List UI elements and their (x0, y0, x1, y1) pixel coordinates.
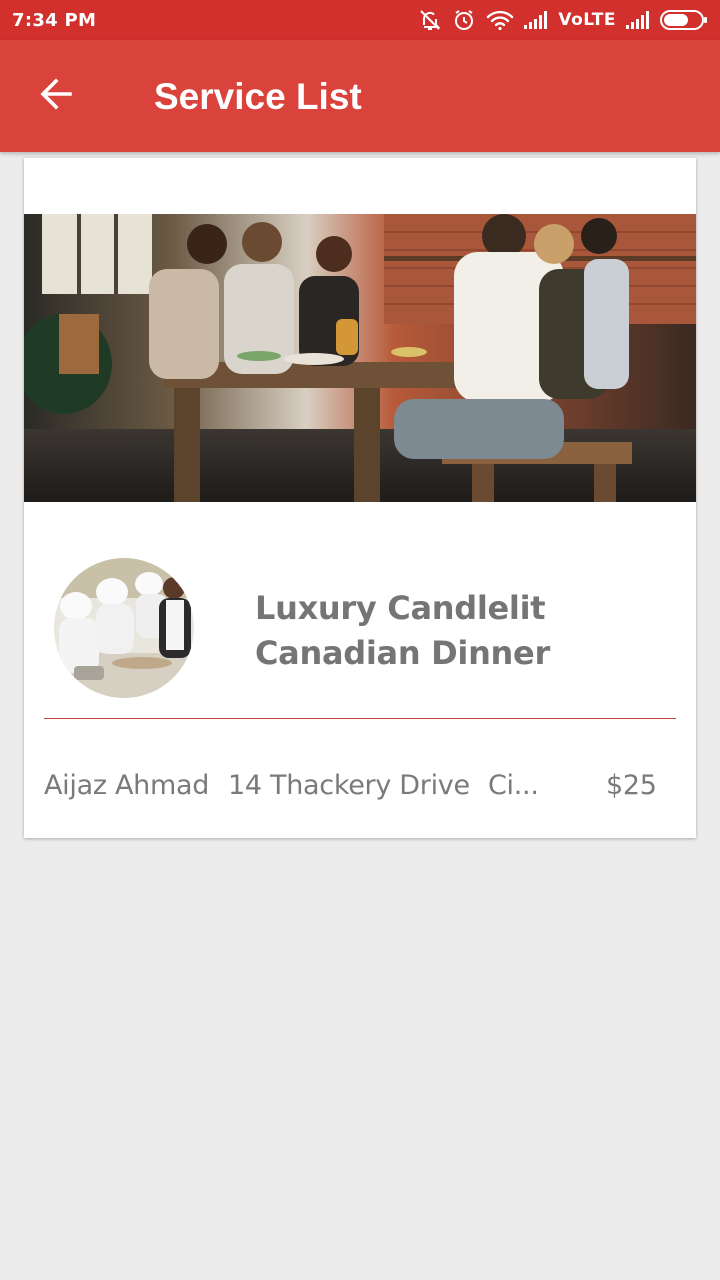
service-city: Ci... (488, 770, 539, 801)
service-price: $25 (606, 770, 657, 801)
chef-avatar (54, 558, 194, 698)
service-address: 14 Thackery Drive (228, 770, 470, 801)
signal-icon (524, 11, 548, 29)
page-title: Service List (154, 76, 362, 117)
volte-label: VoLTE (558, 10, 616, 30)
mute-icon (418, 8, 442, 32)
service-info-row: Aijaz Ahmad 14 Thackery Drive Ci... $25 (24, 762, 696, 810)
alarm-icon (452, 8, 476, 32)
arrow-left-icon (38, 76, 74, 117)
status-time: 7:34 PM (12, 9, 97, 31)
service-hero-image (24, 214, 696, 502)
service-title: Luxury Candlelit Canadian Dinner (255, 589, 550, 672)
back-button[interactable] (22, 62, 90, 130)
service-card[interactable]: Luxury Candlelit Canadian Dinner Aijaz A… (24, 158, 696, 838)
status-bar: 7:34 PM VoLTE (0, 0, 720, 40)
divider (44, 718, 676, 719)
provider-name: Aijaz Ahmad (44, 770, 210, 801)
signal-icon (626, 11, 650, 29)
battery-icon (660, 10, 708, 30)
app-bar: Service List (0, 40, 720, 152)
wifi-icon (486, 9, 514, 31)
status-icons: VoLTE (418, 8, 708, 32)
